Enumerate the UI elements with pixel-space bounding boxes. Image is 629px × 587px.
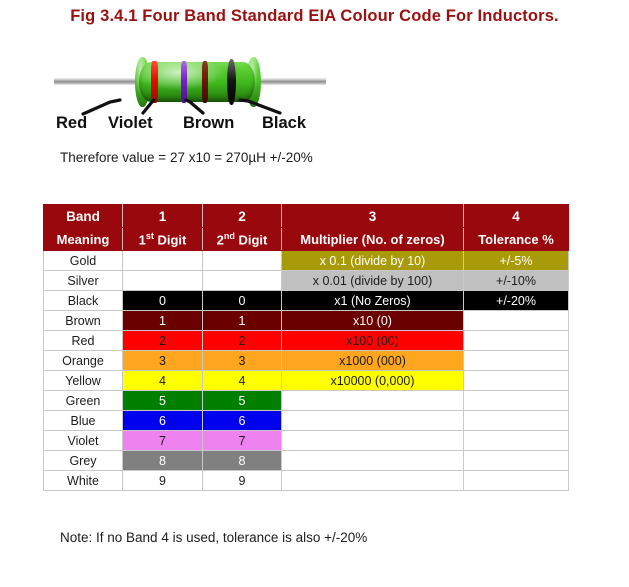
cell-multiplier: x 0.01 (divide by 100) bbox=[281, 270, 464, 291]
table-header-row-meaning: Meaning 1st Digit 2nd Digit Multiplier (… bbox=[43, 227, 569, 251]
cell-tolerance bbox=[463, 370, 569, 391]
cell-first-digit: 0 bbox=[122, 290, 203, 311]
band-label-4: Black bbox=[262, 114, 307, 132]
cell-colour-name: Orange bbox=[43, 350, 123, 371]
band-label-2: Violet bbox=[108, 114, 153, 132]
cell-tolerance bbox=[463, 350, 569, 371]
header-band-4: 4 bbox=[463, 204, 569, 228]
band-label-3: Brown bbox=[183, 114, 235, 132]
header-first-digit: 1st Digit bbox=[122, 227, 203, 251]
cell-second-digit: 5 bbox=[202, 390, 282, 411]
cell-multiplier: x1 (No Zeros) bbox=[281, 290, 464, 311]
table-header: Band 1 2 3 4 Meaning 1st Digit 2nd Digit… bbox=[43, 204, 569, 251]
cell-first-digit: 6 bbox=[122, 410, 203, 431]
cell-colour-name: Gold bbox=[43, 250, 123, 271]
cell-first-digit: 9 bbox=[122, 470, 203, 491]
cell-second-digit: 8 bbox=[202, 450, 282, 471]
cell-second-digit: 3 bbox=[202, 350, 282, 371]
cell-tolerance bbox=[463, 410, 569, 431]
header-meaning: Meaning bbox=[43, 227, 123, 251]
table-row: Red 2 2 x100 (00) bbox=[43, 330, 569, 351]
cell-colour-name: Grey bbox=[43, 450, 123, 471]
cell-first-digit bbox=[122, 250, 203, 271]
table-row: Violet 7 7 bbox=[43, 430, 569, 451]
page-title: Fig 3.4.1 Four Band Standard EIA Colour … bbox=[70, 7, 559, 25]
header-band-3: 3 bbox=[281, 204, 464, 228]
table-row: Grey 8 8 bbox=[43, 450, 569, 471]
cell-tolerance bbox=[463, 310, 569, 331]
cell-multiplier bbox=[281, 430, 464, 451]
cell-second-digit: 0 bbox=[202, 290, 282, 311]
cell-first-digit: 2 bbox=[122, 330, 203, 351]
cell-multiplier: x100 (00) bbox=[281, 330, 464, 351]
cell-colour-name: Red bbox=[43, 330, 123, 351]
header-band-2: 2 bbox=[202, 204, 282, 228]
header-band: Band bbox=[43, 204, 123, 228]
table-row: Green 5 5 bbox=[43, 390, 569, 411]
cell-tolerance bbox=[463, 390, 569, 411]
cell-multiplier: x10 (0) bbox=[281, 310, 464, 331]
cell-second-digit bbox=[202, 270, 282, 291]
cell-second-digit: 2 bbox=[202, 330, 282, 351]
table-body: Gold x 0.1 (divide by 10) +/-5% Silver x 0.0… bbox=[43, 250, 569, 491]
cell-tolerance bbox=[463, 470, 569, 491]
therefore-value-text: Therefore value = 27 x10 = 270µH +/-20% bbox=[60, 150, 313, 165]
cell-first-digit: 4 bbox=[122, 370, 203, 391]
cell-multiplier bbox=[281, 390, 464, 411]
cell-first-digit: 3 bbox=[122, 350, 203, 371]
cell-colour-name: Yellow bbox=[43, 370, 123, 391]
cell-first-digit: 1 bbox=[122, 310, 203, 331]
table-row: Gold x 0.1 (divide by 10) +/-5% bbox=[43, 250, 569, 271]
cell-second-digit: 6 bbox=[202, 410, 282, 431]
cell-tolerance bbox=[463, 450, 569, 471]
cell-second-digit bbox=[202, 250, 282, 271]
cell-second-digit: 4 bbox=[202, 370, 282, 391]
cell-first-digit: 7 bbox=[122, 430, 203, 451]
header-tolerance: Tolerance % bbox=[463, 227, 569, 251]
cell-colour-name: Black bbox=[43, 290, 123, 311]
cell-colour-name: Violet bbox=[43, 430, 123, 451]
table-row: Blue 6 6 bbox=[43, 410, 569, 431]
cell-colour-name: Green bbox=[43, 390, 123, 411]
band-label-1: Red bbox=[56, 114, 88, 132]
table-header-row-band: Band 1 2 3 4 bbox=[43, 204, 569, 228]
cell-second-digit: 1 bbox=[202, 310, 282, 331]
cell-colour-name: Brown bbox=[43, 310, 123, 331]
cell-tolerance: +/-10% bbox=[463, 270, 569, 291]
table-row: Silver x 0.01 (divide by 100) +/-10% bbox=[43, 270, 569, 291]
cell-tolerance: +/-20% bbox=[463, 290, 569, 311]
cell-first-digit: 5 bbox=[122, 390, 203, 411]
cell-colour-name: Blue bbox=[43, 410, 123, 431]
cell-tolerance bbox=[463, 430, 569, 451]
footer-note: Note: If no Band 4 is used, tolerance is… bbox=[60, 530, 368, 545]
header-second-digit: 2nd Digit bbox=[202, 227, 282, 251]
table-row: Yellow 4 4 x10000 (0,000) bbox=[43, 370, 569, 391]
cell-tolerance bbox=[463, 330, 569, 351]
cell-first-digit: 8 bbox=[122, 450, 203, 471]
cell-multiplier: x10000 (0,000) bbox=[281, 370, 464, 391]
cell-multiplier: x1000 (000) bbox=[281, 350, 464, 371]
colour-code-table: Band 1 2 3 4 Meaning 1st Digit 2nd Digit… bbox=[43, 204, 569, 491]
cell-second-digit: 7 bbox=[202, 430, 282, 451]
cell-first-digit bbox=[122, 270, 203, 291]
cell-colour-name: White bbox=[43, 470, 123, 491]
table-row: Orange 3 3 x1000 (000) bbox=[43, 350, 569, 371]
band-label-row: Red Violet Brown Black bbox=[40, 114, 340, 138]
table-row: Black 0 0 x1 (No Zeros) +/-20% bbox=[43, 290, 569, 311]
cell-multiplier bbox=[281, 470, 464, 491]
cell-multiplier bbox=[281, 410, 464, 431]
header-multiplier: Multiplier (No. of zeros) bbox=[281, 227, 464, 251]
cell-multiplier: x 0.1 (divide by 10) bbox=[281, 250, 464, 271]
cell-second-digit: 9 bbox=[202, 470, 282, 491]
table-row: White 9 9 bbox=[43, 470, 569, 491]
inductor-diagram: Red Violet Brown Black bbox=[40, 50, 340, 140]
cell-tolerance: +/-5% bbox=[463, 250, 569, 271]
cell-colour-name: Silver bbox=[43, 270, 123, 291]
cell-multiplier bbox=[281, 450, 464, 471]
table-row: Brown 1 1 x10 (0) bbox=[43, 310, 569, 331]
header-band-1: 1 bbox=[122, 204, 203, 228]
